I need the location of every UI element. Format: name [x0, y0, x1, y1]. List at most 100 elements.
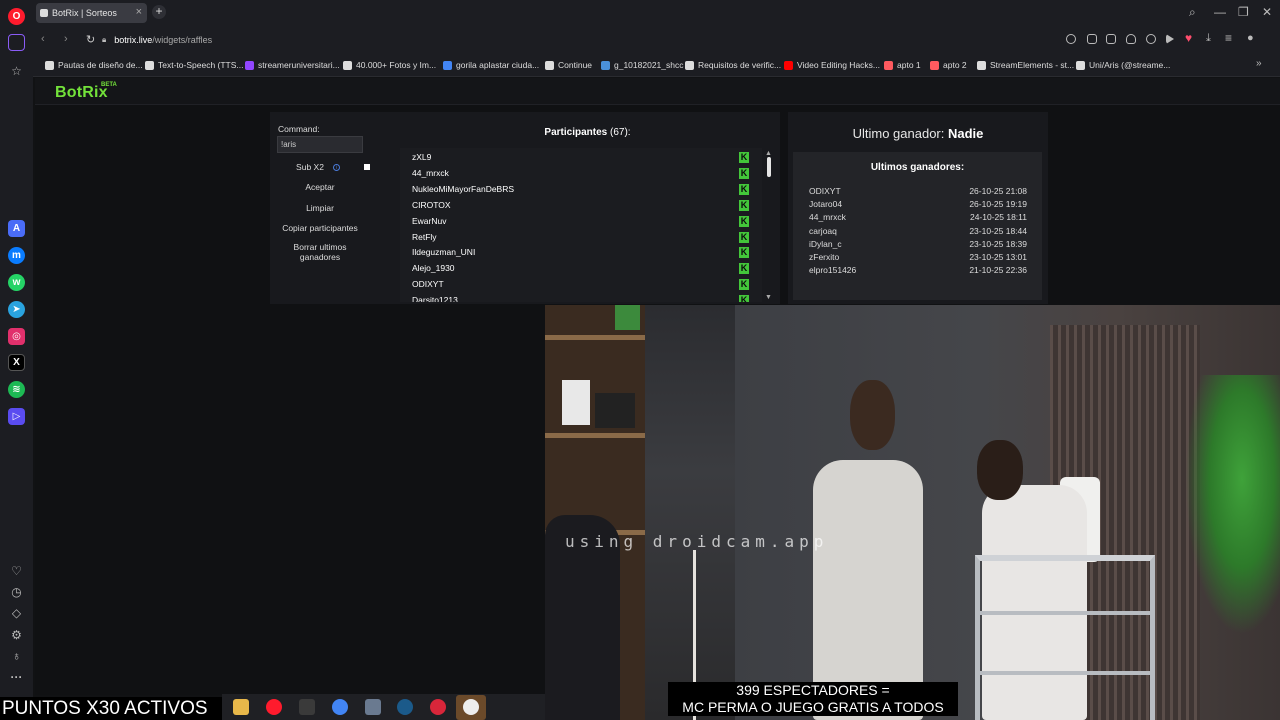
participant-name: Darsito1213 [412, 295, 458, 302]
bookmark-item[interactable]: Text-to-Speech (TTS... [145, 58, 244, 72]
bookmark-label: Text-to-Speech (TTS... [158, 60, 244, 70]
participant-name: CIROTOX [412, 199, 451, 210]
winner-name: elpro151426 [809, 265, 857, 276]
kick-icon: K [739, 263, 749, 275]
x-icon[interactable]: X [8, 354, 25, 371]
download-icon[interactable]: ⤓ [1206, 32, 1211, 45]
bulb-icon[interactable]: ♁ [8, 647, 25, 664]
riot-icon[interactable] [430, 699, 446, 715]
camera-icon[interactable] [1106, 34, 1116, 44]
clear-button[interactable]: Limpiar [276, 203, 364, 213]
file-explorer-icon[interactable] [233, 699, 249, 715]
opera-logo-icon[interactable]: O [8, 8, 25, 25]
heart-red-icon[interactable]: ♥ [1185, 31, 1192, 45]
winner-name: iDylan_c [809, 238, 842, 249]
bookmark-favicon-icon [443, 60, 452, 70]
bookmark-favicon-icon [601, 60, 610, 70]
home-icon[interactable] [8, 34, 25, 51]
bookmark-label: Pautas de diseño de... [58, 60, 143, 70]
whatsapp-icon[interactable]: w [8, 274, 25, 291]
telegram-icon[interactable]: ➤ [8, 301, 25, 318]
chrome-icon[interactable] [332, 699, 348, 715]
forward-icon[interactable]: › [64, 33, 68, 45]
settings-icon[interactable]: ⚙ [8, 626, 25, 643]
points-banner: PUNTOS X30 ACTIVOS [0, 697, 222, 720]
command-input[interactable] [277, 136, 363, 153]
bookmarks-overflow-icon[interactable]: » [1256, 58, 1262, 69]
bookmark-item[interactable]: Pautas de diseño de... [45, 58, 143, 72]
maximize-icon[interactable]: ❐ [1238, 5, 1249, 19]
menu-icon[interactable]: ≡ [1225, 31, 1232, 45]
spotify-icon[interactable]: ≋ [8, 381, 25, 398]
minimize-icon[interactable]: — [1214, 5, 1226, 19]
player-icon[interactable]: ▷ [8, 408, 25, 425]
bookmark-item[interactable]: Requisitos de verific... [685, 58, 781, 72]
tab-title: BotRix | Sorteos [52, 8, 117, 18]
winner-row: elpro151426 21-10-25 22:36 [809, 265, 1027, 275]
vpn-icon[interactable] [1146, 34, 1156, 44]
bookmark-item[interactable]: apto 2 [930, 58, 967, 72]
beta-badge: BETA [101, 82, 117, 88]
heart-icon[interactable]: ♡ [8, 562, 25, 579]
messenger-icon[interactable]: m [8, 247, 25, 264]
cube-icon[interactable]: ◇ [8, 604, 25, 621]
history-icon[interactable]: ◷ [8, 583, 25, 600]
new-tab-button[interactable]: + [152, 5, 166, 19]
copy-participants-button[interactable]: Copiar participantes [276, 223, 364, 233]
scrollbar-thumb[interactable] [767, 157, 771, 177]
bookmark-item[interactable]: Video Editing Hacks... [784, 58, 880, 72]
url-path: /widgets/raffles [152, 35, 213, 45]
bookmark-item[interactable]: 40.000+ Fotos y Im... [343, 58, 436, 72]
accept-button[interactable]: Aceptar [276, 182, 364, 192]
calculator-icon[interactable] [365, 699, 381, 715]
kick-icon: K [739, 295, 749, 302]
close-window-icon[interactable]: ✕ [1262, 5, 1272, 19]
bookmark-favicon-icon [685, 60, 694, 70]
participant-name: EwarNuv [412, 215, 447, 226]
bookmark-item[interactable]: g_10182021_shcc [601, 58, 683, 72]
delete-winners-button[interactable]: Borrar ultimos ganadores [276, 242, 364, 262]
participants-list[interactable]: zXL9 K 44_mrxck K NukleoMiMayorFanDeBRS K CIRO… [400, 148, 762, 302]
steam-icon[interactable] [397, 699, 413, 715]
profile-icon[interactable]: ● [1247, 32, 1254, 44]
botrix-logo[interactable]: BotRix [55, 84, 108, 102]
bookmark-item[interactable]: Uni/Aris (@streame... [1076, 58, 1170, 72]
tab-close-icon[interactable]: × [136, 6, 142, 18]
caption-line-2: MC PERMA O JUEGO GRATIS A TODOS [682, 699, 944, 715]
scroll-up-icon[interactable]: ▲ [765, 150, 772, 157]
sub-x2-checkbox[interactable] [364, 164, 370, 170]
bookmark-item[interactable]: apto 1 [884, 58, 921, 72]
reload-icon[interactable]: ↻ [86, 33, 95, 46]
back-icon[interactable]: ‹ [41, 33, 45, 45]
scroll-down-icon[interactable]: ▼ [765, 294, 772, 301]
winner-date: 21-10-25 22:36 [969, 265, 1027, 276]
obs-icon[interactable] [463, 699, 479, 715]
winner-date: 23-10-25 18:44 [969, 225, 1027, 236]
bookmark-item[interactable]: gorila aplastar ciuda... [443, 58, 539, 72]
info-icon[interactable]: i [333, 164, 340, 171]
more-icon[interactable]: ··· [8, 668, 25, 685]
search-page-icon[interactable] [1066, 34, 1076, 44]
app-taskbar-icon[interactable] [299, 699, 315, 715]
bookmark-item[interactable]: StreamElements - st... [977, 58, 1074, 72]
tab-botrix[interactable]: BotRix | Sorteos × [36, 3, 147, 23]
star-icon[interactable]: ☆ [8, 62, 25, 79]
search-tabs-icon[interactable]: ⌕ [1189, 5, 1196, 20]
caption-line-1: 399 ESPECTADORES = [736, 682, 890, 698]
participants-label: Participantes [544, 127, 608, 138]
shield-icon[interactable] [1126, 34, 1136, 44]
kick-icon: K [739, 279, 749, 291]
play-icon[interactable] [1166, 34, 1174, 44]
bookmark-item[interactable]: Continue [545, 58, 592, 72]
edit-icon[interactable] [1087, 34, 1097, 44]
cam-green-box [615, 305, 640, 330]
bookmark-label: apto 2 [943, 60, 967, 70]
cam-person-1 [813, 460, 923, 720]
opera-taskbar-icon[interactable] [266, 699, 282, 715]
instagram-icon[interactable]: ◎ [8, 328, 25, 345]
participant-name: Alejo_1930 [412, 263, 455, 274]
participant-name: NukleoMiMayorFanDeBRS [412, 183, 515, 194]
aria-icon[interactable]: A [8, 220, 25, 237]
participant-row: 44_mrxck K [412, 167, 757, 182]
bookmark-item[interactable]: streameruniversitari... [245, 58, 340, 72]
